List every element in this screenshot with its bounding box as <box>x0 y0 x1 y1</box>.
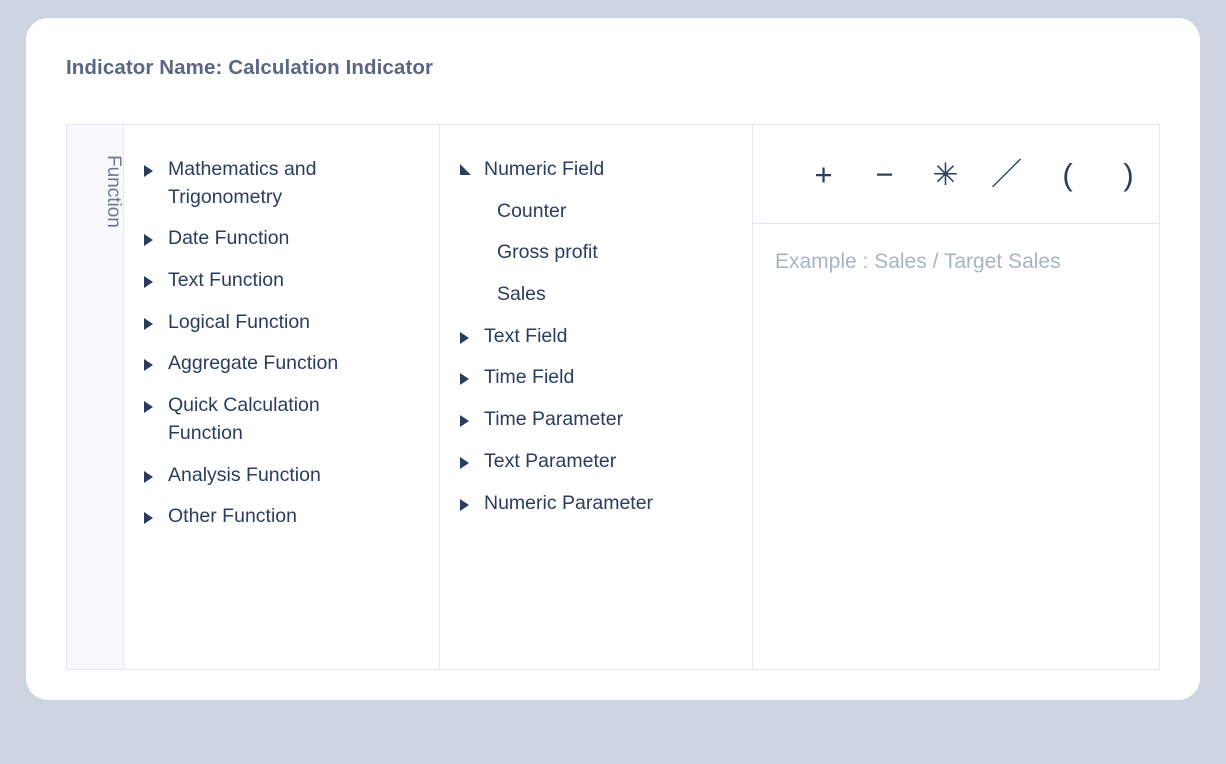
field-group-label: Numeric Parameter <box>484 491 654 514</box>
field-group-item[interactable]: Time Field <box>440 357 752 399</box>
function-rail: Function <box>67 125 124 669</box>
application-card: Indicator Name: Calculation Indicator Fu… <box>26 18 1200 700</box>
category-item-label: Other Function <box>168 505 297 528</box>
category-item[interactable]: Aggregate Function <box>124 343 439 385</box>
field-group-label: Text Parameter <box>484 449 617 472</box>
category-item[interactable]: Date Function <box>124 218 439 260</box>
category-item-label: Date Function <box>168 227 290 250</box>
field-group-item[interactable]: Text Field <box>440 316 752 358</box>
function-rail-label: Function <box>103 155 124 228</box>
operator-plus-button[interactable]: + <box>793 159 854 190</box>
triangle-right-icon[interactable] <box>144 318 157 330</box>
operator-minus-button[interactable]: − <box>854 159 915 190</box>
field-group-label: Text Field <box>484 324 568 347</box>
formula-builder-panel: Function Mathematics and Trigonometry Dat… <box>66 124 1160 670</box>
triangle-right-icon[interactable] <box>460 499 473 511</box>
category-item[interactable]: Analysis Function <box>124 455 439 497</box>
triangle-right-icon[interactable] <box>144 471 157 483</box>
category-item[interactable]: Other Function <box>124 496 439 538</box>
formula-placeholder: Example : Sales / Target Sales <box>775 250 1061 273</box>
field-group-item[interactable]: Time Parameter <box>440 399 752 441</box>
category-item[interactable]: Logical Function <box>124 302 439 344</box>
field-child-item[interactable]: Sales <box>440 274 752 316</box>
formula-panel: + − ✳ ／() Example : Sales / Target Sales <box>753 125 1159 669</box>
field-child-item[interactable]: Counter <box>440 191 752 233</box>
page-title: Indicator Name: Calculation Indicator <box>66 56 434 79</box>
category-item-label: Analysis Function <box>168 463 321 486</box>
category-item-label: Logical Function <box>168 310 311 333</box>
field-group-item[interactable]: Numeric Field <box>440 149 752 191</box>
field-group-label: Numeric Field <box>484 158 605 180</box>
triangle-right-icon[interactable] <box>144 276 157 288</box>
field-child-label: Sales <box>497 283 546 306</box>
triangle-right-icon[interactable] <box>460 415 473 427</box>
field-group-label: Time Parameter <box>484 408 624 431</box>
operator-multiply-button[interactable]: ✳ <box>915 159 976 190</box>
category-item-label: Text Function <box>168 269 284 292</box>
function-category-list[interactable]: Mathematics and Trigonometry Date Functio… <box>124 125 440 669</box>
field-child-label: Gross profit <box>497 241 598 264</box>
triangle-right-icon[interactable] <box>144 359 157 371</box>
category-item[interactable]: Mathematics and Trigonometry <box>124 149 439 218</box>
operator-divide-button[interactable]: ／ <box>976 159 1037 190</box>
category-item[interactable]: Text Function <box>124 260 439 302</box>
triangle-right-icon[interactable] <box>460 457 473 469</box>
category-item-label: Quick Calculation Function <box>168 394 320 444</box>
operator-open-paren-button[interactable]: ( <box>1037 159 1098 190</box>
triangle-right-icon[interactable] <box>460 373 473 385</box>
triangle-right-icon[interactable] <box>144 401 157 413</box>
field-group-item[interactable]: Text Parameter <box>440 441 752 483</box>
operator-close-paren-button[interactable]: ) <box>1098 159 1159 190</box>
formula-input[interactable]: Example : Sales / Target Sales <box>753 224 1159 669</box>
triangle-up-left-icon[interactable] <box>460 165 473 176</box>
category-item-label: Mathematics and Trigonometry <box>168 158 317 208</box>
field-list[interactable]: Numeric Field Counter Gross profit Sales Tex… <box>440 125 753 669</box>
category-item[interactable]: Quick Calculation Function <box>124 385 439 454</box>
field-group-item[interactable]: Numeric Parameter <box>440 483 752 525</box>
field-group-label: Time Field <box>484 366 575 389</box>
triangle-right-icon[interactable] <box>144 234 157 246</box>
category-item-label: Aggregate Function <box>168 352 339 375</box>
triangle-right-icon[interactable] <box>144 512 157 524</box>
triangle-right-icon[interactable] <box>144 165 157 177</box>
field-child-label: Counter <box>497 199 567 222</box>
operator-toolbar: + − ✳ ／() <box>753 125 1159 224</box>
field-child-item[interactable]: Gross profit <box>440 232 752 274</box>
triangle-right-icon[interactable] <box>460 332 473 344</box>
